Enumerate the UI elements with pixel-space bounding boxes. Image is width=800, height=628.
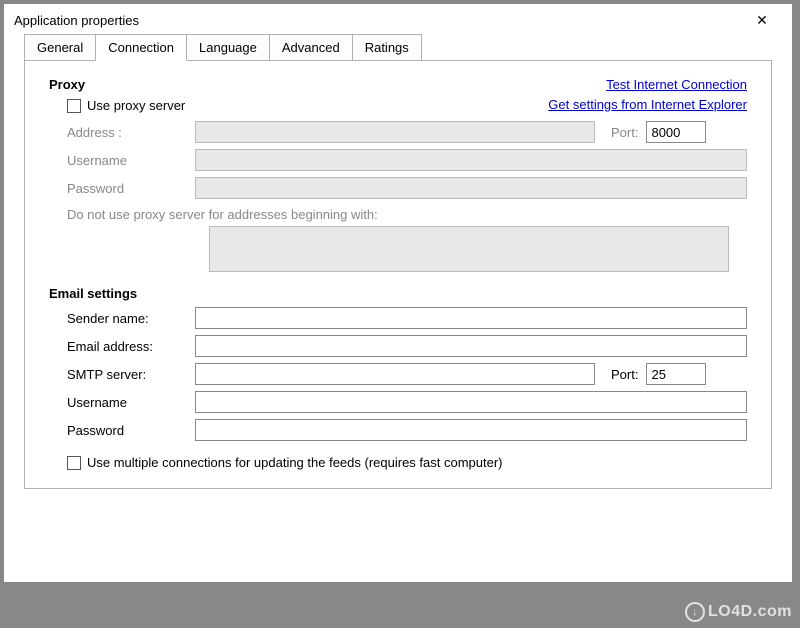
link-get-ie-settings[interactable]: Get settings from Internet Explorer [548, 95, 747, 115]
proxy-address-input[interactable] [195, 121, 595, 143]
email-password-label: Password [67, 423, 187, 438]
use-proxy-checkbox[interactable] [67, 99, 81, 113]
email-sender-input[interactable] [195, 307, 747, 329]
multi-conn-label: Use multiple connections for updating th… [87, 455, 503, 470]
download-icon: ↓ [685, 602, 705, 622]
email-username-row: Username [67, 391, 747, 413]
close-button[interactable]: ✕ [742, 7, 782, 33]
close-icon: ✕ [756, 12, 768, 29]
proxy-username-row: Username [67, 149, 747, 171]
watermark-text: LO4D.com [708, 603, 792, 621]
tab-connection[interactable]: Connection [95, 34, 187, 61]
email-smtp-input[interactable] [195, 363, 595, 385]
email-sender-row: Sender name: [67, 307, 747, 329]
proxy-port-label: Port: [611, 125, 638, 140]
email-username-input[interactable] [195, 391, 747, 413]
email-address-row: Email address: [67, 335, 747, 357]
proxy-password-input[interactable] [195, 177, 747, 199]
tab-panel-connection: Test Internet Connection Get settings fr… [24, 60, 772, 489]
content-area: General Connection Language Advanced Rat… [4, 34, 792, 503]
proxy-exclude-label: Do not use proxy server for addresses be… [67, 207, 747, 222]
email-password-row: Password [67, 419, 747, 441]
tab-language[interactable]: Language [186, 34, 270, 60]
email-port-input[interactable] [646, 363, 706, 385]
tab-strip: General Connection Language Advanced Rat… [24, 34, 772, 60]
email-sender-label: Sender name: [67, 311, 187, 326]
proxy-username-label: Username [67, 153, 187, 168]
proxy-username-input[interactable] [195, 149, 747, 171]
dialog-window: Application properties ✕ General Connect… [3, 3, 793, 583]
email-smtp-row: SMTP server: Port: [67, 363, 747, 385]
proxy-links: Test Internet Connection Get settings fr… [548, 75, 747, 114]
watermark: ↓ LO4D.com [685, 602, 792, 622]
email-address-input[interactable] [195, 335, 747, 357]
proxy-exclude-textarea[interactable] [209, 226, 729, 272]
tab-advanced[interactable]: Advanced [269, 34, 353, 60]
use-proxy-label: Use proxy server [87, 98, 185, 113]
link-test-connection[interactable]: Test Internet Connection [548, 75, 747, 95]
titlebar: Application properties ✕ [4, 4, 792, 34]
email-smtp-label: SMTP server: [67, 367, 187, 382]
email-password-input[interactable] [195, 419, 747, 441]
multi-conn-row: Use multiple connections for updating th… [67, 455, 747, 470]
email-username-label: Username [67, 395, 187, 410]
proxy-password-row: Password [67, 177, 747, 199]
tab-general[interactable]: General [24, 34, 96, 60]
email-address-label: Email address: [67, 339, 187, 354]
proxy-password-label: Password [67, 181, 187, 196]
email-heading: Email settings [49, 286, 747, 301]
email-port-label: Port: [611, 367, 638, 382]
proxy-address-label: Address : [67, 125, 187, 140]
tab-ratings[interactable]: Ratings [352, 34, 422, 60]
multi-conn-checkbox[interactable] [67, 456, 81, 470]
proxy-address-row: Address : Port: [67, 121, 747, 143]
proxy-port-input[interactable] [646, 121, 706, 143]
window-title: Application properties [14, 13, 139, 28]
